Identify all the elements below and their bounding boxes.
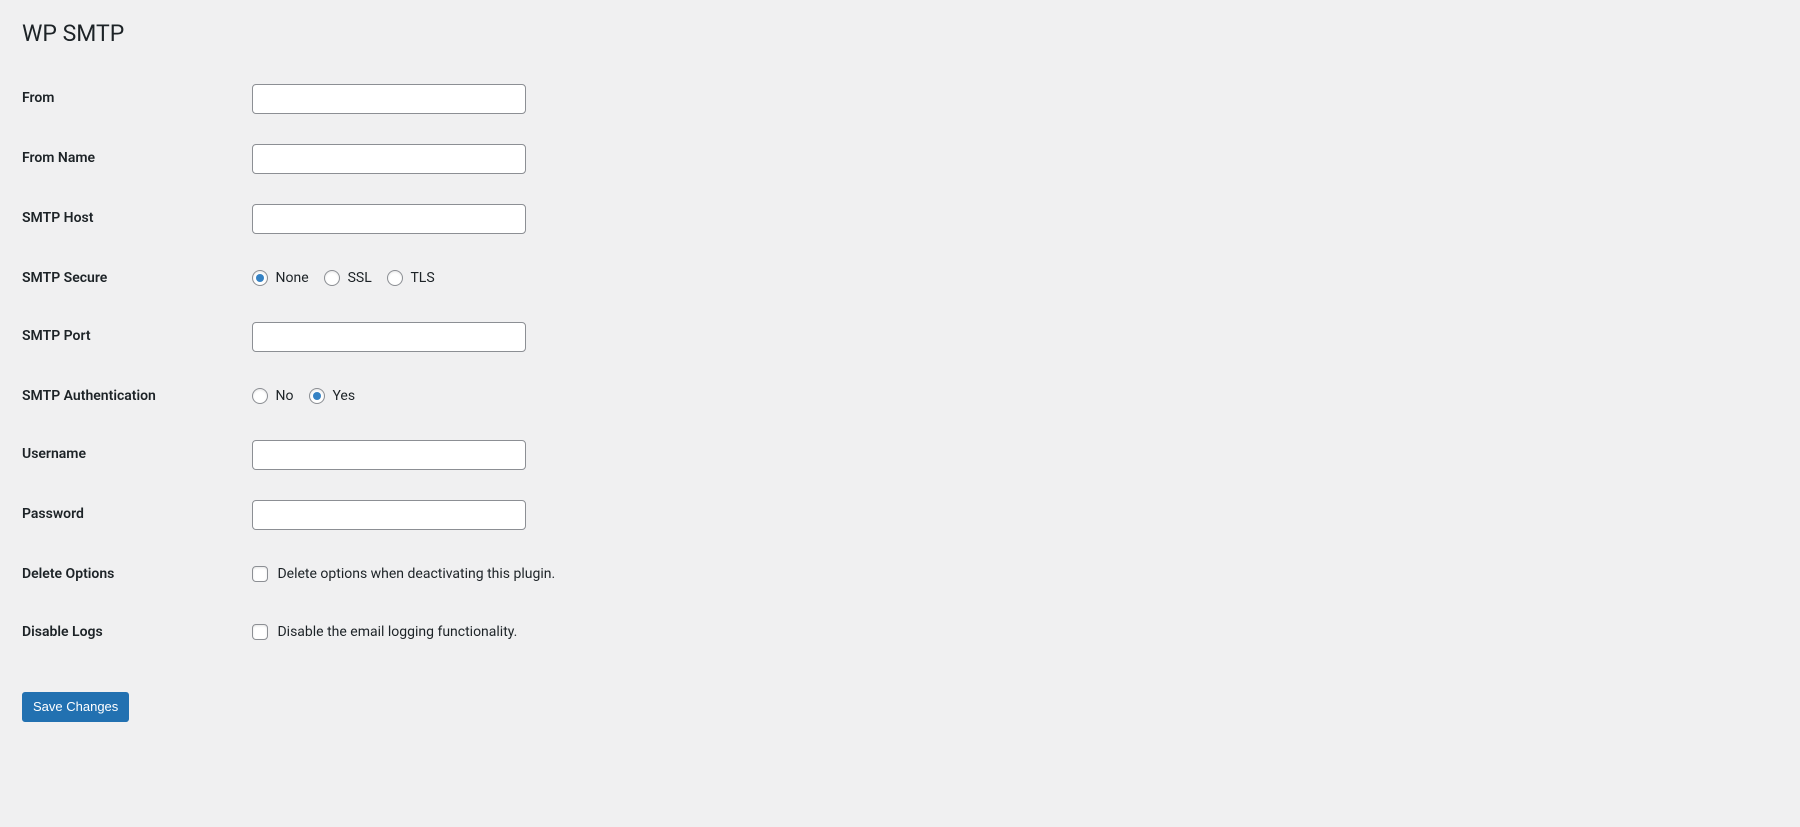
smtp-port-input[interactable] <box>252 322 526 352</box>
radio-label-ssl[interactable]: SSL <box>324 270 375 286</box>
row-disable-logs: Disable Logs Disable the email logging f… <box>22 603 1780 661</box>
row-password: Password <box>22 485 1780 545</box>
page-title: WP SMTP <box>22 10 1780 69</box>
radio-text-no: No <box>275 388 293 404</box>
radio-yes[interactable] <box>309 388 325 404</box>
radio-text-ssl: SSL <box>348 270 372 286</box>
radio-text-none: None <box>275 270 308 286</box>
smtp-secure-radio-group: None SSL TLS <box>252 269 1770 287</box>
submit-row: Save Changes <box>22 672 1780 742</box>
radio-none[interactable] <box>252 270 268 286</box>
settings-wrap: WP SMTP From From Name SMTP Host <box>22 10 1780 742</box>
radio-text-yes: Yes <box>332 388 355 404</box>
disable-logs-checkbox[interactable] <box>252 624 268 640</box>
label-password: Password <box>22 485 242 545</box>
label-delete-options: Delete Options <box>22 545 242 603</box>
label-smtp-auth: SMTP Authentication <box>22 367 242 425</box>
radio-text-tls: TLS <box>410 270 434 286</box>
row-from: From <box>22 69 1780 129</box>
smtp-host-input[interactable] <box>252 204 526 234</box>
from-input[interactable] <box>252 84 526 114</box>
row-username: Username <box>22 425 1780 485</box>
row-from-name: From Name <box>22 129 1780 189</box>
label-smtp-host: SMTP Host <box>22 189 242 249</box>
save-changes-button[interactable]: Save Changes <box>22 692 129 722</box>
settings-form-table: From From Name SMTP Host SMTP Secure <box>22 69 1780 662</box>
checkbox-text-delete-options: Delete options when deactivating this pl… <box>277 566 555 582</box>
row-smtp-port: SMTP Port <box>22 307 1780 367</box>
label-username: Username <box>22 425 242 485</box>
smtp-auth-radio-group: No Yes <box>252 387 1770 405</box>
label-smtp-secure: SMTP Secure <box>22 249 242 307</box>
delete-options-checkbox[interactable] <box>252 566 268 582</box>
radio-label-no[interactable]: No <box>252 388 297 404</box>
radio-label-tls[interactable]: TLS <box>387 270 434 286</box>
from-name-input[interactable] <box>252 144 526 174</box>
label-from: From <box>22 69 242 129</box>
checkbox-label-disable-logs[interactable]: Disable the email logging functionality. <box>252 624 517 640</box>
radio-tls[interactable] <box>387 270 403 286</box>
username-input[interactable] <box>252 440 526 470</box>
radio-ssl[interactable] <box>324 270 340 286</box>
row-delete-options: Delete Options Delete options when deact… <box>22 545 1780 603</box>
radio-label-yes[interactable]: Yes <box>309 388 355 404</box>
radio-label-none[interactable]: None <box>252 270 312 286</box>
row-smtp-host: SMTP Host <box>22 189 1780 249</box>
password-input[interactable] <box>252 500 526 530</box>
row-smtp-secure: SMTP Secure None SSL TLS <box>22 249 1780 307</box>
radio-no[interactable] <box>252 388 268 404</box>
checkbox-label-delete-options[interactable]: Delete options when deactivating this pl… <box>252 566 555 582</box>
label-disable-logs: Disable Logs <box>22 603 242 661</box>
checkbox-text-disable-logs: Disable the email logging functionality. <box>277 624 517 640</box>
row-smtp-auth: SMTP Authentication No Yes <box>22 367 1780 425</box>
label-from-name: From Name <box>22 129 242 189</box>
label-smtp-port: SMTP Port <box>22 307 242 367</box>
